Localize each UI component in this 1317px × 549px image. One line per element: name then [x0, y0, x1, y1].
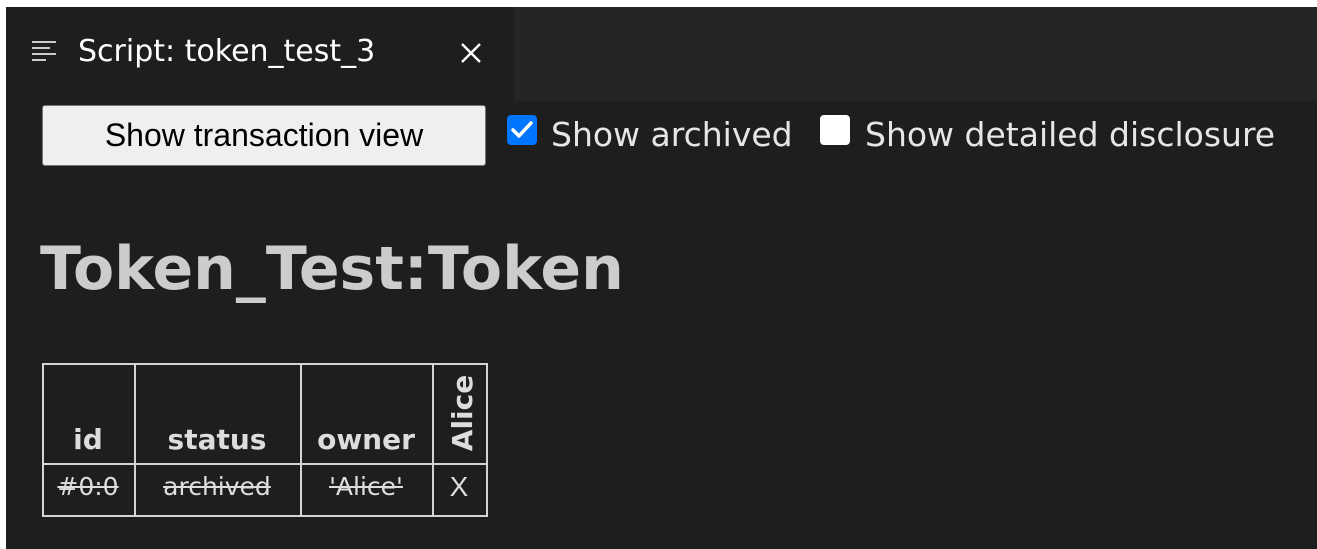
cell-owner: 'Alice' [329, 472, 403, 501]
cell-id: #0:0 [57, 472, 119, 501]
tab-bar: Script: token_test_3 [6, 7, 1317, 101]
page-title: Token_Test:Token [40, 234, 624, 304]
cell-status: archived [163, 472, 271, 501]
close-icon[interactable] [456, 38, 486, 68]
checkmark-icon [511, 121, 533, 138]
column-header-alice: Alice [446, 374, 479, 452]
list-icon [32, 41, 56, 63]
editor-window: Script: token_test_3 Show transaction vi… [6, 7, 1317, 549]
show-detailed-disclosure-label: Show detailed disclosure [865, 115, 1276, 154]
tab-title: Script: token_test_3 [78, 34, 376, 69]
cell-alice: X [449, 471, 469, 502]
column-header-owner: owner [317, 423, 415, 456]
show-detailed-disclosure-checkbox[interactable] [820, 115, 850, 145]
column-header-status: status [167, 423, 267, 456]
column-header-id: id [73, 423, 103, 456]
show-archived-label: Show archived [551, 115, 793, 154]
show-transaction-view-button[interactable]: Show transaction view [42, 105, 486, 166]
tab-script[interactable]: Script: token_test_3 [6, 7, 514, 101]
show-archived-checkbox[interactable] [507, 115, 537, 145]
token-table: id status owner Alice #0:0 archived 'Ali… [42, 363, 488, 517]
